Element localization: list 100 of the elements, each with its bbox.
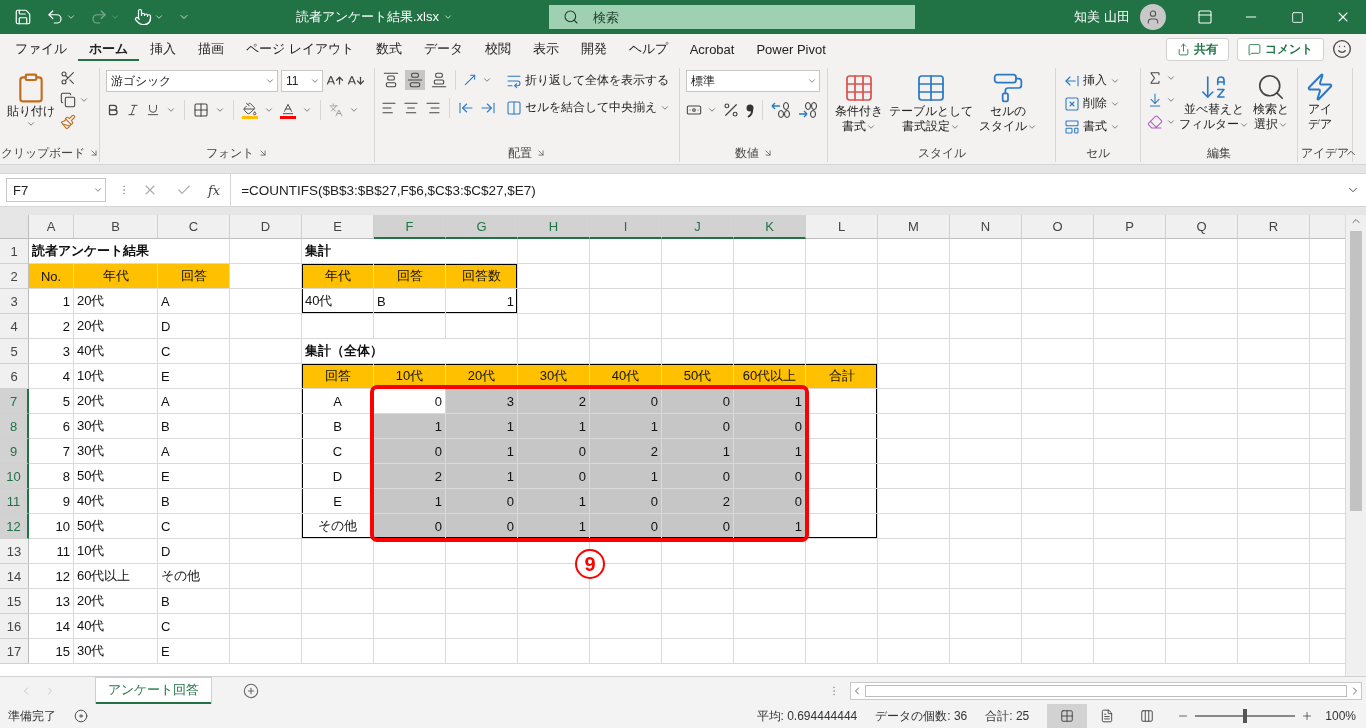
column-header[interactable]: O [1022,215,1094,239]
italic-icon[interactable] [126,103,140,117]
increase-indent-icon[interactable] [480,100,496,116]
column-header[interactable]: I [590,215,662,239]
dialog-launcher-icon[interactable] [258,148,268,158]
share-button[interactable]: 共有 [1166,37,1229,61]
column-header[interactable]: B [74,215,158,239]
cell-command-button[interactable]: 削除 [1062,93,1122,114]
comment-button[interactable]: コメント [1237,37,1324,61]
row-header[interactable]: 12 [0,514,29,539]
vertical-align-button[interactable] [429,70,449,90]
row-header[interactable]: 4 [0,314,29,339]
ribbon-display-icon[interactable] [1197,9,1213,25]
ribbon-tab[interactable]: 校閲 [473,34,522,64]
percent-icon[interactable] [722,101,740,119]
ribbon-tab[interactable]: Power Pivot [745,34,837,64]
vertical-scrollbar[interactable] [1345,215,1366,676]
maximize-icon[interactable] [1290,10,1304,24]
style-button[interactable]: 条件付き 書式 [834,70,884,136]
macro-record-icon[interactable] [74,709,88,723]
paintbrush-icon[interactable] [60,114,76,130]
underline-icon[interactable] [146,103,160,117]
column-header[interactable]: E [302,215,374,239]
row-header[interactable]: 3 [0,289,29,314]
column-header[interactable]: R [1238,215,1310,239]
row-header[interactable]: 2 [0,264,29,289]
copy-icon[interactable] [60,92,76,108]
caret-icon[interactable] [349,105,359,115]
row-header[interactable]: 7 [0,389,29,414]
ribbon-tab[interactable]: ページ レイアウト [235,34,365,64]
caret-icon[interactable] [482,75,492,85]
cell-command-button[interactable]: 挿入 [1062,70,1122,91]
ribbon-tab[interactable]: 数式 [364,34,413,64]
editing-button[interactable]: 検索と 選択 [1252,70,1290,134]
dialog-launcher-icon[interactable] [536,148,546,158]
column-header[interactable]: M [878,215,950,239]
ribbon-tab[interactable]: ファイル [4,34,78,64]
comma-icon[interactable] [745,102,755,118]
caret-icon[interactable] [166,105,176,115]
touch-button[interactable] [134,8,164,26]
column-header[interactable]: A [29,215,74,239]
border-icon[interactable] [193,102,209,118]
insert-function-button[interactable]: fx [208,182,221,198]
column-header[interactable]: N [950,215,1022,239]
column-header[interactable]: G [446,215,518,239]
ribbon-tab[interactable]: 開発 [569,34,618,64]
ribbon-tab[interactable]: 表示 [521,34,570,64]
row-header[interactable]: 13 [0,539,29,564]
row-header[interactable]: 6 [0,364,29,389]
row-header[interactable]: 9 [0,439,29,464]
caret-icon[interactable] [79,95,89,105]
caret-icon[interactable] [302,105,312,115]
vertical-align-button[interactable] [381,70,401,90]
wrap-text-button[interactable]: 折り返して全体を表示する [504,70,672,91]
horizontal-scrollbar[interactable] [850,681,1362,700]
zoom-in-icon[interactable] [1301,710,1314,722]
caret-icon[interactable] [707,105,717,115]
ribbon-tab[interactable]: ヘルプ [617,34,679,64]
align-center-icon[interactable] [403,100,419,116]
caret-icon[interactable] [215,105,225,115]
editing-button[interactable]: 並べ替えと フィルター [1178,70,1250,134]
zoom-thumb[interactable] [1243,709,1248,723]
caret-icon[interactable] [154,12,164,22]
search-field[interactable]: 検索 [549,5,915,29]
add-sheet-icon[interactable] [243,682,259,699]
column-header[interactable]: C [158,215,230,239]
caret-icon[interactable] [265,76,275,86]
dialog-launcher-icon[interactable] [762,148,773,158]
smiley-icon[interactable] [1332,39,1352,59]
column-header[interactable]: J [662,215,734,239]
column-header[interactable]: H [518,215,590,239]
font-name-select[interactable]: 游ゴシック [106,70,278,92]
merge-center-button[interactable]: セルを結合して中央揃え [504,97,672,118]
column-header[interactable]: D [230,215,302,239]
ribbon-tab[interactable]: ホーム [78,34,139,64]
row-header[interactable]: 11 [0,489,29,514]
sum-icon[interactable] [1147,70,1163,86]
column-header[interactable]: F [374,215,446,239]
ribbon-tab[interactable]: Acrobat [678,34,746,64]
caret-icon[interactable] [264,105,274,115]
align-right-icon[interactable] [425,100,441,116]
row-header[interactable]: 1 [0,239,29,264]
caret-icon[interactable] [310,76,320,86]
column-header[interactable]: K [734,215,806,239]
fill-color-icon[interactable] [242,101,258,119]
caret-icon[interactable] [1166,95,1176,105]
dialog-launcher-icon[interactable] [88,148,99,158]
row-header[interactable]: 16 [0,614,29,639]
phonetic-icon[interactable] [329,103,343,117]
name-box[interactable]: F7 [6,178,106,202]
column-header[interactable]: Q [1166,215,1238,239]
row-header[interactable]: 14 [0,564,29,589]
font-size-select[interactable]: 11 [281,70,323,92]
font-color-icon[interactable] [280,101,296,119]
style-button[interactable]: セルの スタイル [978,70,1038,136]
caret-icon[interactable] [1166,73,1176,83]
ribbon-tab[interactable]: 描画 [187,34,235,64]
ideas-button[interactable]: アイ デア [1304,70,1336,134]
fill-down-icon[interactable] [1147,92,1163,108]
vertical-align-button[interactable] [405,70,425,90]
